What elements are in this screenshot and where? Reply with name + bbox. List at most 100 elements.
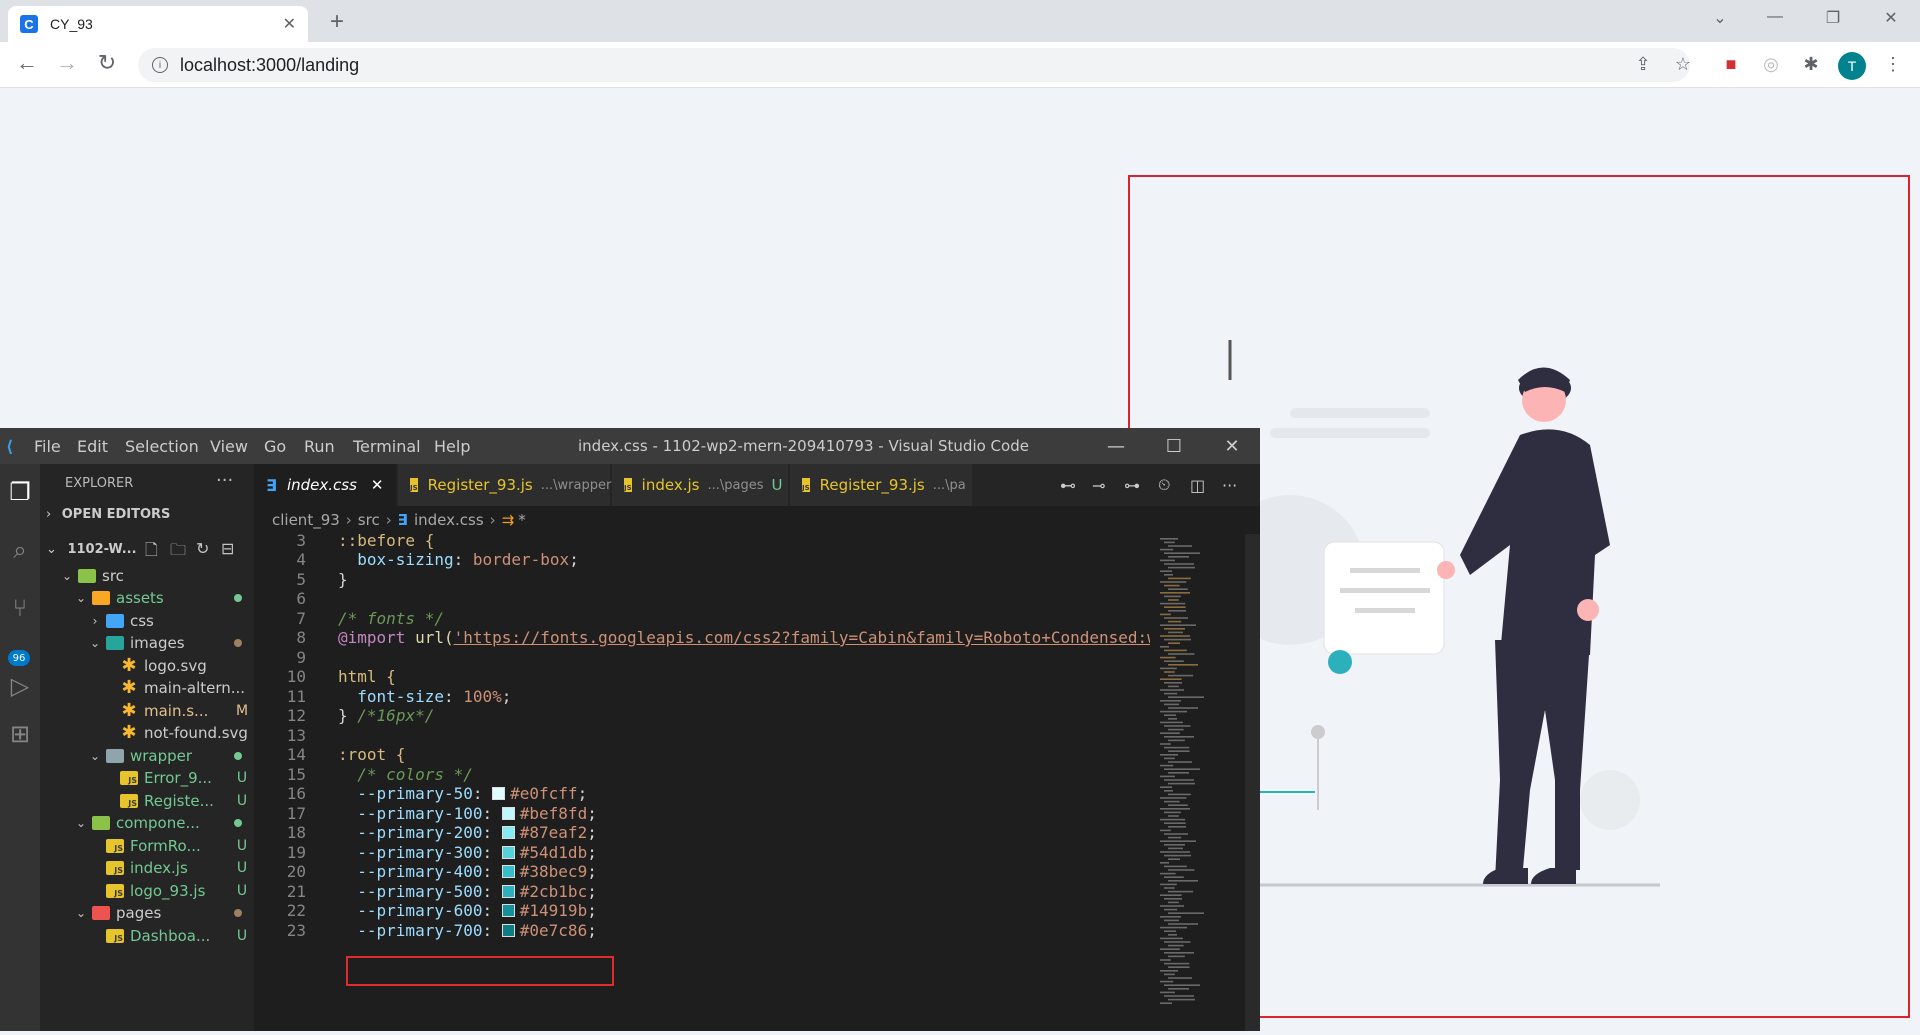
- minimap-line: [1160, 808, 1190, 810]
- menu-view[interactable]: View: [210, 428, 248, 464]
- minimap-line: [1164, 973, 1175, 976]
- extensions-icon[interactable]: ⊞: [0, 720, 40, 748]
- tree-item[interactable]: JS Dashboa... U: [40, 922, 254, 949]
- tab-index-js-pages[interactable]: JS index.js ...\pages U: [612, 464, 788, 506]
- tree-item-label: logo.svg: [144, 656, 207, 675]
- workspace-section[interactable]: ⌄ 1102-W... 🗋 🗀 ↻ ⊟: [46, 539, 254, 559]
- tab-label: index.css: [286, 476, 357, 494]
- tab-label: Register_93.js: [427, 476, 533, 494]
- minimap-line: [1168, 901, 1179, 904]
- refresh-icon[interactable]: ↻: [196, 539, 209, 558]
- minimap-line: [1168, 653, 1195, 655]
- tab-register-93-pages[interactable]: JS Register_93.js ...\pa: [790, 464, 972, 506]
- js-file-icon: JS: [802, 478, 810, 492]
- run-debug-icon[interactable]: ▷: [0, 672, 40, 700]
- more-actions-icon[interactable]: ···: [216, 470, 233, 491]
- forward-arrow-icon[interactable]: →: [52, 50, 82, 76]
- git-next-change-icon[interactable]: ⊸: [1092, 464, 1105, 506]
- extension-red-icon[interactable]: ■: [1718, 54, 1744, 75]
- svg-file-icon: ✱: [121, 722, 137, 743]
- minimap-line: [1164, 563, 1194, 565]
- color-swatch[interactable]: [501, 826, 515, 839]
- menu-go[interactable]: Go: [264, 428, 286, 464]
- tab-search-icon[interactable]: ⌄: [1705, 8, 1735, 28]
- vscode-maximize-button[interactable]: ☐: [1154, 428, 1194, 464]
- color-swatch[interactable]: [501, 865, 515, 878]
- close-icon[interactable]: ✕: [371, 476, 384, 494]
- tab-path: ...\wrapper: [540, 477, 612, 493]
- chrome-menu-icon[interactable]: ⋮: [1880, 54, 1906, 75]
- split-editor-icon[interactable]: ◫: [1190, 464, 1205, 506]
- close-window-button[interactable]: ✕: [1876, 8, 1906, 28]
- minimap-line: [1164, 671, 1175, 673]
- breadcrumb-item[interactable]: *: [518, 511, 526, 529]
- extensions-puzzle-icon[interactable]: ✱: [1798, 54, 1824, 75]
- minimap-line: [1160, 743, 1171, 745]
- menu-edit[interactable]: Edit: [77, 428, 108, 464]
- minimap-line: [1160, 980, 1174, 983]
- share-icon[interactable]: ⇪: [1630, 54, 1656, 75]
- minimap-line: [1168, 545, 1192, 547]
- minimap-line: [1160, 916, 1181, 918]
- vscode-close-button[interactable]: ✕: [1212, 428, 1252, 464]
- git-open-changes-icon[interactable]: ⊶: [1124, 464, 1140, 506]
- menu-help[interactable]: Help: [434, 428, 470, 464]
- new-tab-button[interactable]: +: [322, 8, 352, 36]
- restore-button[interactable]: ❐: [1818, 8, 1848, 28]
- minimize-button[interactable]: —: [1760, 8, 1790, 26]
- line-number: 23: [286, 920, 306, 940]
- color-swatch[interactable]: [501, 904, 515, 917]
- minimap-line: [1168, 772, 1189, 774]
- editor-more-actions-icon[interactable]: ···: [1222, 464, 1237, 506]
- tab-register-93-wrapper[interactable]: JS Register_93.js ...\wrapper U: [398, 464, 630, 506]
- site-info-icon[interactable]: i: [152, 57, 168, 73]
- color-swatch[interactable]: [492, 787, 506, 800]
- minimap-line: [1168, 836, 1182, 839]
- menu-file[interactable]: File: [34, 428, 61, 464]
- tree-item-label: Registe...: [144, 791, 214, 810]
- minimap-line: [1164, 703, 1179, 706]
- minimap-line: [1160, 937, 1183, 940]
- profile-avatar[interactable]: T: [1838, 52, 1866, 80]
- browser-tab[interactable]: C CY_93 ✕: [8, 6, 308, 42]
- address-bar[interactable]: i localhost:3000/landing: [138, 48, 1690, 82]
- git-previous-change-icon[interactable]: ⊷: [1060, 464, 1076, 506]
- open-editors-section[interactable]: › OPEN EDITORS: [46, 507, 170, 522]
- breadcrumb-item[interactable]: index.css: [414, 511, 484, 529]
- minimap[interactable]: [1150, 534, 1245, 1031]
- search-icon[interactable]: ⌕: [0, 536, 40, 564]
- minimap-line: [1164, 919, 1179, 922]
- vscode-minimize-button[interactable]: —: [1096, 428, 1136, 464]
- minimap-line: [1164, 844, 1185, 846]
- extension-circle-icon[interactable]: ◎: [1758, 54, 1784, 75]
- folder-icon: [92, 816, 110, 830]
- minimap-line: [1160, 689, 1184, 691]
- color-swatch[interactable]: [501, 884, 515, 898]
- vertical-scrollbar[interactable]: [1245, 534, 1260, 1031]
- timeline-icon[interactable]: ⏲: [1158, 464, 1170, 506]
- collapse-all-icon[interactable]: ⊟: [221, 539, 234, 558]
- browser-tab-title: CY_93: [50, 16, 93, 32]
- menu-selection[interactable]: Selection: [125, 428, 199, 464]
- explorer-files-icon[interactable]: ❐: [0, 478, 40, 506]
- breadcrumb-item[interactable]: src: [358, 511, 380, 529]
- menu-terminal[interactable]: Terminal: [353, 428, 421, 464]
- reload-icon[interactable]: ↻: [92, 50, 122, 76]
- color-swatch[interactable]: [501, 845, 515, 859]
- color-swatch[interactable]: [501, 806, 515, 820]
- vscode-window-title: index.css - 1102-wp2-mern-209410793 - Vi…: [578, 437, 1029, 455]
- folder-icon: [106, 748, 124, 763]
- color-swatch[interactable]: [501, 923, 515, 937]
- bookmark-star-icon[interactable]: ☆: [1670, 54, 1696, 75]
- close-icon[interactable]: ✕: [283, 14, 296, 34]
- back-arrow-icon[interactable]: ←: [12, 50, 42, 76]
- tab-index-css[interactable]: ∃ index.css ✕: [254, 464, 396, 506]
- minimap-line: [1164, 736, 1194, 738]
- minimap-line: [1164, 908, 1178, 911]
- explorer-title: EXPLORER: [65, 476, 134, 491]
- source-control-icon[interactable]: ⑂: [0, 594, 40, 622]
- menu-run[interactable]: Run: [304, 428, 335, 464]
- folder-icon: [78, 568, 96, 583]
- breadcrumb-item[interactable]: client_93: [272, 511, 340, 529]
- minimap-line: [1168, 912, 1204, 914]
